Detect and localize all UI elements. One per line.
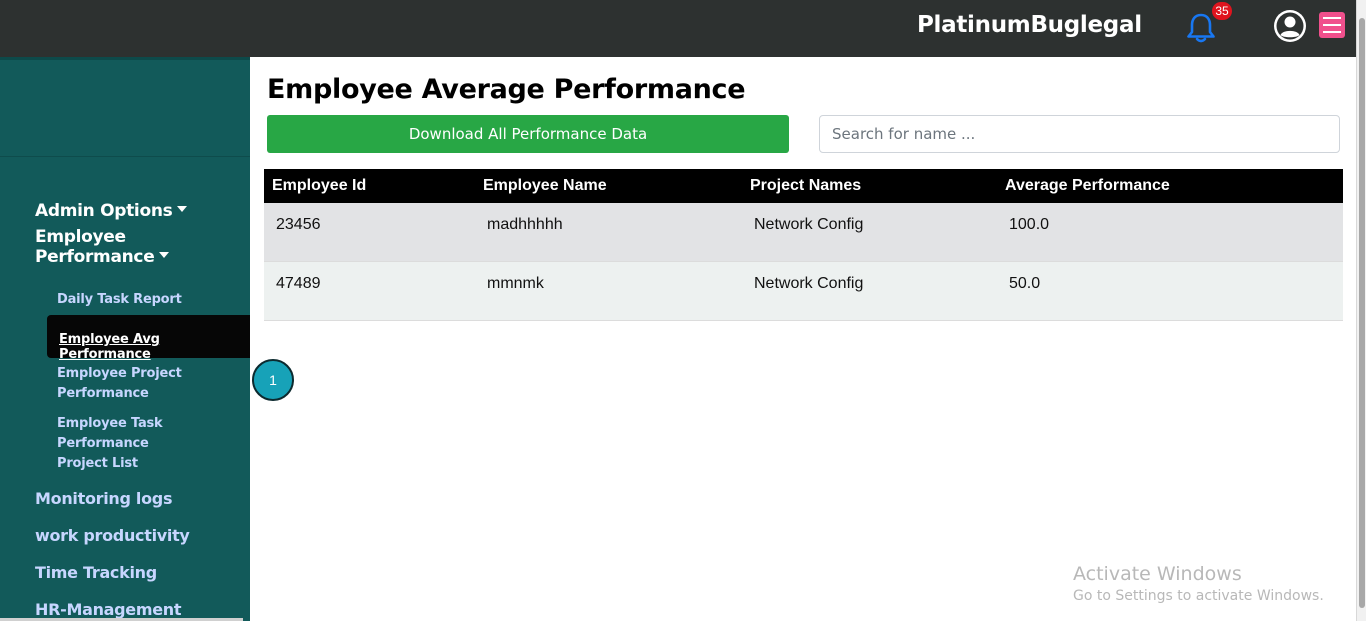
page-scrollbar[interactable] bbox=[1356, 0, 1366, 621]
cell-employee-id: 23456 bbox=[276, 216, 321, 233]
cell-project-names: Network Config bbox=[754, 216, 864, 233]
sidebar-top-border bbox=[0, 57, 250, 60]
caret-down-icon bbox=[159, 252, 170, 258]
sidebar-section-monitoring-logs[interactable]: Monitoring logs bbox=[35, 489, 172, 508]
download-all-button[interactable]: Download All Performance Data bbox=[267, 115, 789, 153]
cell-project-names: Network Config bbox=[754, 275, 864, 292]
employee-performance-label: Employee Performance bbox=[35, 227, 155, 267]
cell-employee-id: 47489 bbox=[276, 275, 321, 292]
cell-employee-name: madhhhhh bbox=[487, 216, 563, 233]
table-row[interactable]: 23456 madhhhhh Network Config 100.0 bbox=[264, 203, 1343, 262]
activate-windows-title: Activate Windows bbox=[1073, 563, 1242, 585]
column-header-employee-id: Employee Id bbox=[272, 177, 367, 194]
sidebar-divider bbox=[0, 156, 250, 157]
notification-badge: 35 bbox=[1212, 2, 1232, 20]
sidebar-item-daily-task-report[interactable]: Daily Task Report bbox=[57, 290, 182, 310]
column-header-employee-name: Employee Name bbox=[483, 177, 607, 194]
sidebar-section-hr-management[interactable]: HR-Management bbox=[35, 600, 182, 619]
admin-options-label: Admin Options bbox=[35, 201, 173, 221]
sidebar-section-work-productivity[interactable]: work productivity bbox=[35, 526, 190, 545]
top-navbar: PlatinumBuglegal 35 bbox=[0, 0, 1356, 57]
table-header: Employee Id Employee Name Project Names … bbox=[264, 169, 1343, 203]
hamburger-menu-icon[interactable] bbox=[1319, 12, 1345, 38]
sidebar-section-admin-options[interactable]: Admin Options bbox=[35, 201, 188, 221]
user-avatar-icon[interactable] bbox=[1273, 9, 1307, 43]
employee-project-performance-line1: Employee Project bbox=[57, 366, 182, 381]
sidebar-item-employee-task-performance[interactable]: Employee Task Performance bbox=[57, 414, 250, 454]
sidebar-item-employee-project-performance[interactable]: Employee Project Performance bbox=[57, 364, 182, 404]
pagination-page-button[interactable]: 1 bbox=[252, 359, 294, 401]
cell-employee-name: mmnmk bbox=[487, 275, 544, 292]
table-row[interactable]: 47489 mmnmk Network Config 50.0 bbox=[264, 262, 1343, 321]
page-title: Employee Average Performance bbox=[267, 74, 746, 105]
performance-table: Employee Id Employee Name Project Names … bbox=[264, 169, 1343, 321]
activate-windows-subtitle: Go to Settings to activate Windows. bbox=[1073, 588, 1324, 604]
cell-average-performance: 100.0 bbox=[1009, 216, 1050, 233]
sidebar-item-project-list[interactable]: Project List bbox=[57, 454, 138, 474]
brand-title: PlatinumBuglegal bbox=[917, 12, 1142, 38]
sidebar-section-time-tracking[interactable]: Time Tracking bbox=[35, 563, 157, 582]
sidebar-item-employee-avg-performance[interactable]: Employee Avg Performance bbox=[59, 332, 250, 362]
sidebar: Admin Options Employee Performance Daily… bbox=[0, 57, 250, 621]
scrollbar-thumb[interactable] bbox=[1359, 18, 1365, 608]
search-input[interactable] bbox=[819, 115, 1340, 153]
caret-down-icon bbox=[177, 206, 188, 212]
column-header-project-names: Project Names bbox=[750, 177, 862, 194]
column-header-average-performance: Average Performance bbox=[1005, 177, 1170, 194]
sidebar-section-employee-performance[interactable]: Employee Performance bbox=[35, 227, 250, 267]
cell-average-performance: 50.0 bbox=[1009, 275, 1041, 292]
employee-project-performance-line2: Performance bbox=[57, 386, 149, 401]
